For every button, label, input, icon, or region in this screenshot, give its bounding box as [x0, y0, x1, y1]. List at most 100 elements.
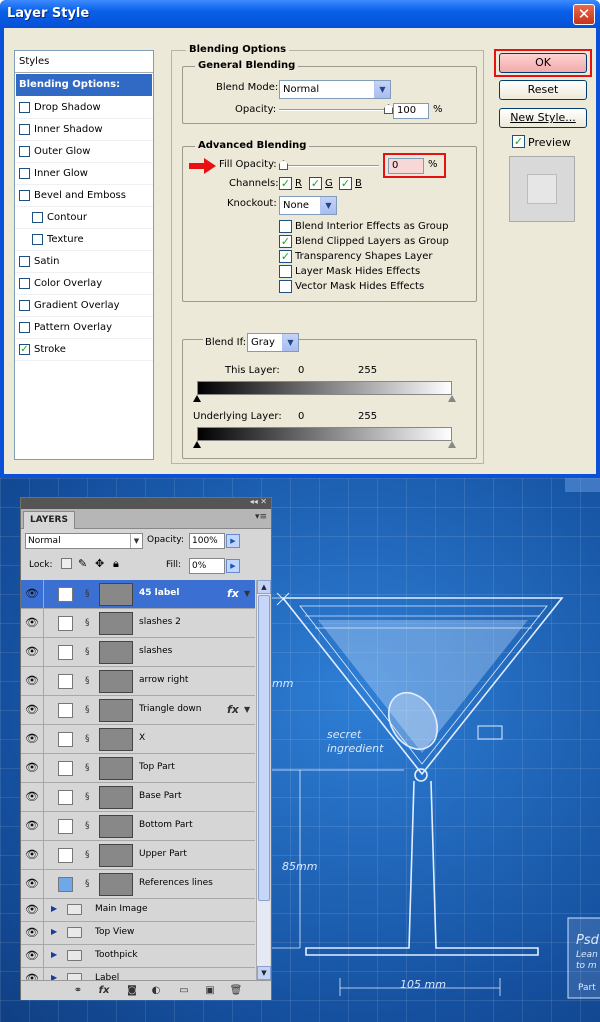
delete-layer-icon[interactable]: 🗑︎	[229, 984, 243, 997]
layer-thumbnail[interactable]	[99, 873, 133, 896]
group-name[interactable]: Main Image	[95, 904, 148, 914]
layer-row[interactable]: 👁︎ § 45 label fx ▼	[21, 580, 255, 609]
layer-name[interactable]: Top Part	[139, 762, 175, 772]
layer-opacity-arrow[interactable]: ▶	[226, 534, 240, 548]
fx-icon[interactable]: fx	[227, 587, 239, 600]
layer-mask-swatch[interactable]	[58, 674, 73, 689]
layer-name[interactable]: Bottom Part	[139, 820, 193, 830]
advanced-option-checkbox[interactable]	[279, 280, 292, 293]
advanced-option-checkbox[interactable]	[279, 220, 292, 233]
scroll-thumb[interactable]	[258, 595, 270, 901]
group-name[interactable]: Toothpick	[95, 950, 138, 960]
link-icon[interactable]: §	[85, 878, 93, 890]
layer-thumbnail[interactable]	[99, 757, 133, 780]
panel-menu-icon[interactable]: ▾≡	[255, 512, 267, 522]
styles-item-checkbox[interactable]	[19, 102, 30, 113]
link-layers-icon[interactable]: ⚭	[71, 984, 85, 997]
expand-group-icon[interactable]: ▶	[51, 950, 57, 959]
styles-item-checkbox[interactable]: ✓	[19, 344, 30, 355]
styles-item[interactable]: ✓ Stroke	[15, 339, 153, 361]
styles-item[interactable]: Contour	[15, 207, 153, 229]
expand-group-icon[interactable]: ▶	[51, 927, 57, 936]
scroll-up-icon[interactable]: ▲	[257, 580, 271, 594]
layer-name[interactable]: Triangle down	[139, 704, 202, 714]
link-icon[interactable]: §	[85, 704, 93, 716]
layer-row[interactable]: 👁︎ § Bottom Part	[21, 812, 255, 841]
link-icon[interactable]: §	[85, 762, 93, 774]
styles-item[interactable]: Inner Shadow	[15, 119, 153, 141]
styles-item-checkbox[interactable]	[19, 322, 30, 333]
channel-checkbox[interactable]: ✓	[309, 177, 322, 190]
layer-row[interactable]: 👁︎ § slashes	[21, 638, 255, 667]
eye-icon[interactable]: 👁︎	[25, 848, 39, 862]
layer-group-row[interactable]: 👁︎ ▶ Toothpick	[21, 945, 255, 968]
scroll-down-icon[interactable]: ▼	[257, 966, 271, 980]
styles-header[interactable]: Styles	[15, 51, 153, 73]
link-icon[interactable]: §	[85, 675, 93, 687]
layer-name[interactable]: 45 label	[139, 588, 179, 598]
lock-position-icon[interactable]: ✥	[95, 557, 104, 570]
layer-mask-swatch[interactable]	[58, 790, 73, 805]
layer-name[interactable]: References lines	[139, 878, 213, 888]
layer-group-row[interactable]: 👁︎ ▶ Top View	[21, 922, 255, 945]
preview-checkbox[interactable]: ✓	[512, 135, 525, 148]
link-icon[interactable]: §	[85, 849, 93, 861]
collapse-close-controls[interactable]: ◂◂ ✕	[250, 497, 267, 506]
fill-opacity-slider-thumb[interactable]	[279, 160, 288, 170]
styles-item[interactable]: Drop Shadow	[15, 97, 153, 119]
layer-row[interactable]: 👁︎ § Triangle down fx ▼	[21, 696, 255, 725]
styles-item[interactable]: Bevel and Emboss	[15, 185, 153, 207]
layer-thumbnail[interactable]	[99, 844, 133, 867]
new-group-icon[interactable]: ▭	[177, 984, 191, 997]
dialog-titlebar[interactable]: Layer Style ✕	[0, 0, 600, 28]
eye-icon[interactable]: 👁︎	[25, 972, 39, 980]
adjustment-layer-icon[interactable]: ◐	[149, 984, 163, 997]
layer-mask-swatch[interactable]	[58, 848, 73, 863]
blend-if-select[interactable]: Gray ▼	[247, 333, 299, 352]
styles-item[interactable]: Color Overlay	[15, 273, 153, 295]
eye-icon[interactable]: 👁︎	[25, 674, 39, 688]
layer-mask-swatch[interactable]	[58, 703, 73, 718]
advanced-option-checkbox[interactable]	[279, 265, 292, 278]
styles-item[interactable]: Gradient Overlay	[15, 295, 153, 317]
layer-thumbnail[interactable]	[99, 670, 133, 693]
opacity-input[interactable]: 100	[393, 103, 429, 119]
layer-name[interactable]: arrow right	[139, 675, 188, 685]
close-button[interactable]: ✕	[573, 4, 595, 25]
channel-checkbox[interactable]: ✓	[279, 177, 292, 190]
group-name[interactable]: Top View	[95, 927, 134, 937]
eye-icon[interactable]: 👁︎	[25, 926, 39, 940]
link-icon[interactable]: §	[85, 791, 93, 803]
link-icon[interactable]: §	[85, 588, 93, 600]
fx-icon[interactable]: fx	[227, 703, 239, 716]
eye-icon[interactable]: 👁︎	[25, 949, 39, 963]
link-icon[interactable]: §	[85, 733, 93, 745]
group-name[interactable]: Label	[95, 973, 119, 980]
link-icon[interactable]: §	[85, 820, 93, 832]
layer-mask-swatch[interactable]	[58, 761, 73, 776]
layer-group-row[interactable]: 👁︎ ▶ Main Image	[21, 899, 255, 922]
layer-thumbnail[interactable]	[99, 815, 133, 838]
layer-thumbnail[interactable]	[99, 612, 133, 635]
layer-name[interactable]: Upper Part	[139, 849, 187, 859]
underlying-layer-black-thumb[interactable]	[193, 441, 201, 448]
styles-item-checkbox[interactable]	[19, 146, 30, 157]
link-icon[interactable]: §	[85, 646, 93, 658]
eye-icon[interactable]: 👁︎	[25, 587, 39, 601]
underlying-layer-white-thumb[interactable]	[448, 441, 456, 448]
styles-item-checkbox[interactable]	[19, 168, 30, 179]
new-layer-icon[interactable]: ▣	[203, 984, 217, 997]
styles-item-checkbox[interactable]	[19, 300, 30, 311]
layer-mask-swatch[interactable]	[58, 819, 73, 834]
styles-item-checkbox[interactable]	[19, 256, 30, 267]
eye-icon[interactable]: 👁︎	[25, 761, 39, 775]
layer-fill-input[interactable]: 0%	[189, 558, 225, 574]
expand-group-icon[interactable]: ▶	[51, 904, 57, 913]
layer-mask-swatch[interactable]	[58, 877, 73, 892]
layer-name[interactable]: slashes 2	[139, 617, 181, 627]
this-layer-white-thumb[interactable]	[448, 395, 456, 402]
add-mask-icon[interactable]: ◙	[125, 984, 139, 997]
link-icon[interactable]: §	[85, 617, 93, 629]
fill-opacity-slider[interactable]	[279, 165, 379, 167]
this-layer-black-thumb[interactable]	[193, 395, 201, 402]
